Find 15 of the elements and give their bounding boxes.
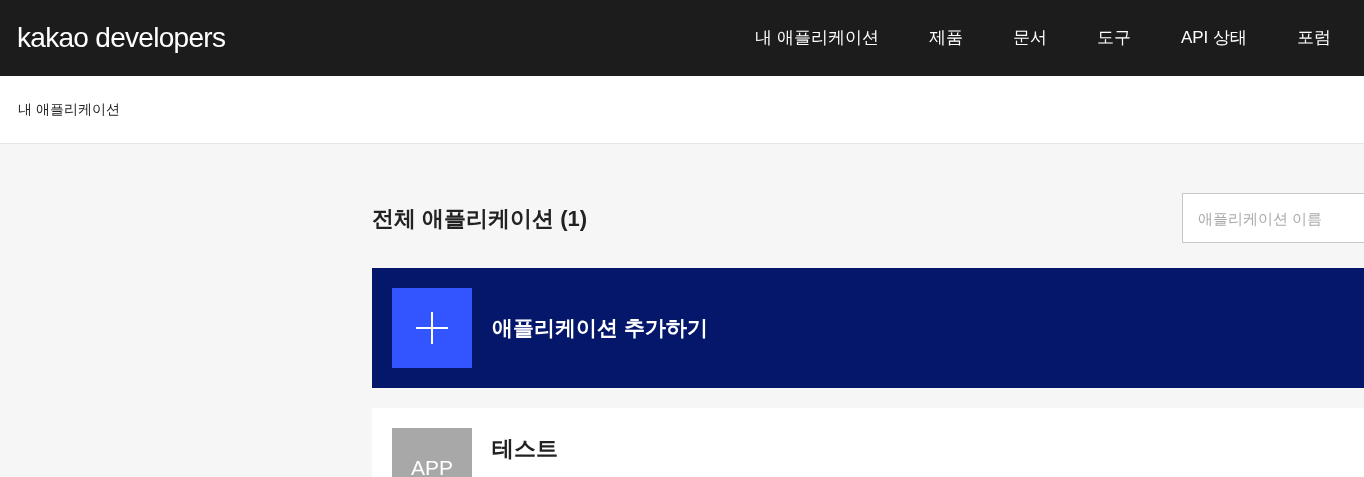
nav-link[interactable]: 제품	[928, 25, 963, 51]
add-application-button[interactable]: 애플리케이션 추가하기	[372, 268, 1364, 388]
logo[interactable]: kakao developers	[17, 17, 226, 59]
app-name: 테스트	[492, 435, 558, 463]
plus-icon	[392, 288, 472, 368]
nav-link[interactable]: 내 애플리케이션	[755, 25, 879, 51]
app-card[interactable]: APP 테스트	[372, 408, 1364, 477]
app-thumbnail: APP	[392, 428, 472, 477]
nav-link[interactable]: API 상태	[1180, 25, 1247, 51]
search-field[interactable]: 애플리케이션 이름	[1182, 193, 1364, 243]
section-title: 전체 애플리케이션 (1)	[372, 204, 588, 233]
breadcrumb: 내 애플리케이션	[18, 100, 120, 119]
nav-link[interactable]: 문서	[1012, 25, 1047, 51]
nav-link[interactable]: 도구	[1096, 25, 1131, 51]
nav-link[interactable]: 포럼	[1297, 25, 1331, 51]
